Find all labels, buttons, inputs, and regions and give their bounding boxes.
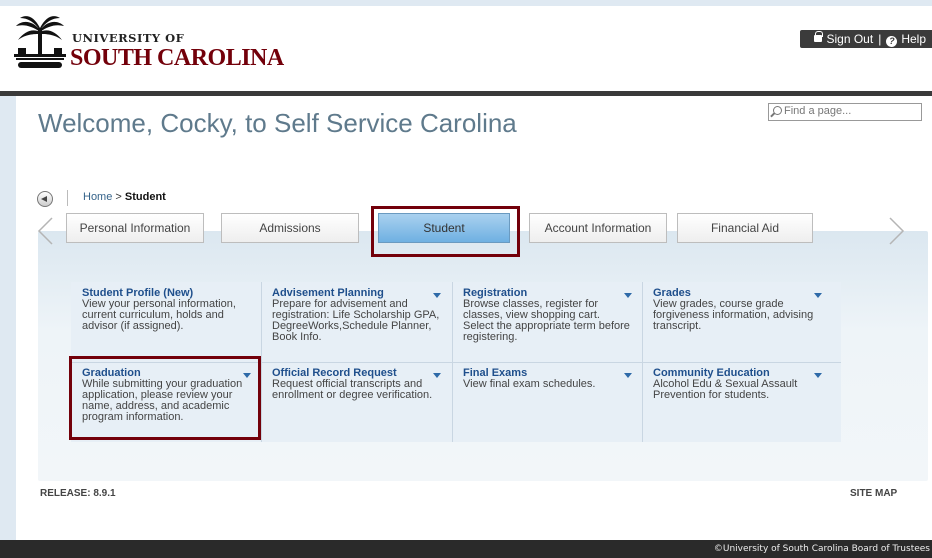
graduation-highlight-box bbox=[69, 356, 261, 440]
main-content: Welcome, Cocky, to Self Service Carolina… bbox=[16, 96, 932, 540]
lock-icon bbox=[814, 31, 824, 43]
breadcrumb-home-link[interactable]: Home bbox=[83, 191, 112, 203]
dropdown-caret-icon[interactable] bbox=[814, 373, 822, 378]
find-page-placeholder: Find a page... bbox=[784, 105, 852, 117]
find-page-input[interactable]: Find a page... bbox=[768, 103, 922, 121]
menu-item-grades[interactable]: Grades View grades, course grade forgive… bbox=[642, 282, 832, 362]
menu-item-final-exams[interactable]: Final Exams View final exam schedules. bbox=[452, 362, 642, 442]
account-bar: Sign Out |? Help bbox=[800, 30, 932, 48]
logo-line-south-carolina: SOUTH CAROLINA bbox=[70, 45, 284, 71]
breadcrumb: Home > Student bbox=[83, 191, 166, 203]
back-arrow-icon[interactable] bbox=[37, 191, 53, 207]
tab-account-information[interactable]: Account Information bbox=[529, 213, 667, 243]
palmetto-seal-icon bbox=[14, 16, 66, 68]
tabs-scroll-right-icon[interactable] bbox=[888, 216, 906, 246]
tab-admissions[interactable]: Admissions bbox=[221, 213, 359, 243]
dropdown-caret-icon[interactable] bbox=[624, 293, 632, 298]
menu-item-description: Browse classes, register for classes, vi… bbox=[463, 298, 630, 343]
menu-item-description: Alcohol Edu & Sexual Assault Prevention … bbox=[653, 378, 798, 401]
release-version: RELEASE: 8.9.1 bbox=[40, 488, 116, 499]
logo-line-university: UNIVERSITY OF bbox=[72, 31, 185, 45]
menu-item-advisement-planning[interactable]: Advisement Planning Prepare for adviseme… bbox=[261, 282, 451, 362]
dropdown-caret-icon[interactable] bbox=[814, 293, 822, 298]
tab-financial-aid[interactable]: Financial Aid bbox=[677, 213, 813, 243]
student-tab-highlight-box bbox=[371, 206, 520, 257]
breadcrumb-divider bbox=[67, 190, 68, 206]
menu-item-description: View your personal information, current … bbox=[82, 298, 236, 332]
copyright-text: ©University of South Carolina Board of T… bbox=[713, 544, 930, 554]
help-icon: ? bbox=[886, 36, 898, 47]
search-icon bbox=[773, 106, 782, 115]
menu-item-description: View grades, course grade forgiveness in… bbox=[653, 298, 814, 332]
breadcrumb-current: Student bbox=[124, 191, 166, 203]
site-header: UNIVERSITY OF SOUTH CAROLINA Sign Out |? H… bbox=[0, 6, 932, 91]
site-map-link[interactable]: SITE MAP bbox=[850, 488, 897, 499]
sign-out-label: Sign Out bbox=[826, 32, 874, 46]
menu-item-official-record-request[interactable]: Official Record Request Request official… bbox=[261, 362, 451, 442]
sign-out-link[interactable]: Sign Out bbox=[814, 31, 874, 46]
menu-item-description: View final exam schedules. bbox=[463, 378, 596, 390]
help-link[interactable]: ? Help bbox=[886, 32, 926, 47]
dropdown-caret-icon[interactable] bbox=[433, 373, 441, 378]
menu-item-community-education[interactable]: Community Education Alcohol Edu & Sexual… bbox=[642, 362, 832, 442]
menu-item-student-profile[interactable]: Student Profile (New) View your personal… bbox=[71, 282, 261, 362]
tab-personal-information[interactable]: Personal Information bbox=[66, 213, 204, 243]
dropdown-caret-icon[interactable] bbox=[433, 293, 441, 298]
menu-item-description: Request official transcripts and enrollm… bbox=[272, 378, 433, 401]
breadcrumb-separator: > bbox=[115, 191, 122, 203]
menu-item-description: Prepare for advisement and registration:… bbox=[272, 298, 440, 343]
tabs-scroll-left-icon[interactable] bbox=[36, 216, 54, 246]
menu-item-registration[interactable]: Registration Browse classes, register fo… bbox=[452, 282, 642, 362]
account-bar-separator: | bbox=[878, 32, 882, 46]
help-label: Help bbox=[901, 32, 926, 46]
usc-logo[interactable]: UNIVERSITY OF SOUTH CAROLINA bbox=[12, 14, 284, 71]
page-title: Welcome, Cocky, to Self Service Carolina bbox=[38, 108, 517, 138]
page-footer: ©University of South Carolina Board of T… bbox=[0, 540, 932, 558]
dropdown-caret-icon[interactable] bbox=[624, 373, 632, 378]
